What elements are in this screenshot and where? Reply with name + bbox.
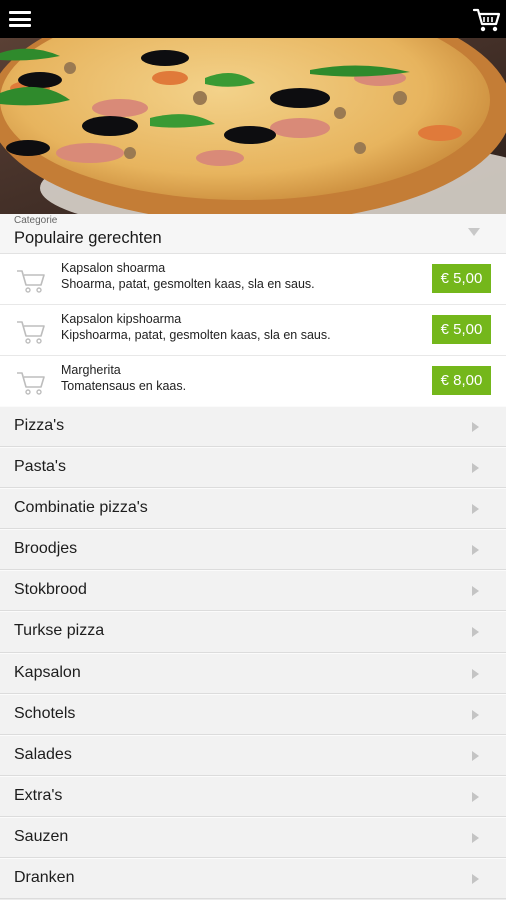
- product-item[interactable]: Kapsalon kipshoarma Kipshoarma, patat, g…: [0, 305, 506, 356]
- menu-item-sauzen[interactable]: Sauzen: [0, 816, 506, 859]
- chevron-right-icon: [472, 750, 479, 761]
- menu-item-dranken[interactable]: Dranken: [0, 858, 506, 900]
- dropdown-arrow-icon[interactable]: [468, 228, 480, 236]
- price-button[interactable]: € 8,00: [432, 366, 491, 395]
- product-name: Kapsalon kipshoarma: [61, 312, 182, 326]
- top-bar: [0, 0, 506, 38]
- category-menu: Pizza's Pasta's Combinatie pizza's Brood…: [0, 406, 506, 900]
- chevron-right-icon: [472, 791, 479, 802]
- menu-item-label: Combinatie pizza's: [14, 499, 148, 517]
- add-to-cart-icon[interactable]: [15, 368, 47, 396]
- product-description: Kipshoarma, patat, gesmolten kaas, sla e…: [61, 328, 331, 342]
- chevron-right-icon: [472, 422, 479, 432]
- menu-item-label: Pizza's: [14, 417, 65, 434]
- menu-item-broodjes[interactable]: Broodjes: [0, 529, 506, 571]
- chevron-right-icon: [472, 463, 479, 474]
- menu-item-salades[interactable]: Salades: [0, 734, 506, 776]
- price-button[interactable]: € 5,00: [432, 315, 491, 344]
- hamburger-icon[interactable]: [9, 11, 31, 27]
- add-to-cart-icon[interactable]: [15, 266, 47, 294]
- menu-item-label: Dranken: [14, 869, 75, 887]
- chevron-right-icon: [472, 504, 479, 515]
- chevron-right-icon: [472, 586, 479, 597]
- menu-item-pizzas[interactable]: Pizza's: [0, 406, 506, 448]
- menu-item-combinatie-pizzas[interactable]: Combinatie pizza's: [0, 488, 506, 530]
- chevron-right-icon: [472, 668, 479, 679]
- hero-pizza-image: [0, 38, 506, 214]
- shopping-cart-icon[interactable]: [472, 4, 502, 34]
- menu-item-stokbrood[interactable]: Stokbrood: [0, 570, 506, 612]
- menu-item-label: Schotels: [14, 704, 76, 722]
- menu-item-schotels[interactable]: Schotels: [0, 693, 506, 735]
- menu-item-label: Extra's: [14, 786, 63, 804]
- featured-products-list: Kapsalon shoarma Shoarma, patat, gesmolt…: [0, 254, 506, 407]
- chevron-right-icon: [472, 627, 479, 638]
- menu-item-kapsalon[interactable]: Kapsalon: [0, 652, 506, 694]
- menu-item-label: Turkse pizza: [14, 622, 105, 640]
- chevron-right-icon: [472, 832, 479, 843]
- add-to-cart-icon[interactable]: [15, 317, 47, 345]
- product-name: Margherita: [61, 363, 121, 377]
- chevron-right-icon: [472, 545, 479, 556]
- product-name: Kapsalon shoarma: [61, 261, 166, 275]
- menu-item-label: Kapsalon: [14, 663, 81, 681]
- price-button[interactable]: € 5,00: [432, 264, 491, 293]
- chevron-right-icon: [472, 709, 479, 720]
- chevron-right-icon: [472, 874, 479, 885]
- menu-item-label: Sauzen: [14, 827, 69, 845]
- product-item[interactable]: Margherita Tomatensaus en kaas. € 8,00: [0, 356, 506, 407]
- menu-item-label: Salades: [14, 745, 72, 763]
- product-description: Shoarma, patat, gesmolten kaas, sla en s…: [61, 277, 315, 291]
- menu-item-label: Pasta's: [14, 458, 66, 476]
- menu-item-turkse-pizza[interactable]: Turkse pizza: [0, 611, 506, 653]
- category-selected-value: Populaire gerechten: [14, 229, 162, 247]
- product-description: Tomatensaus en kaas.: [61, 379, 187, 393]
- menu-item-label: Stokbrood: [14, 581, 87, 599]
- menu-item-extras[interactable]: Extra's: [0, 775, 506, 817]
- menu-item-pastas[interactable]: Pasta's: [0, 447, 506, 489]
- menu-item-label: Broodjes: [14, 540, 78, 558]
- category-selector[interactable]: Categorie Populaire gerechten: [0, 214, 506, 254]
- category-caption: Categorie: [14, 215, 58, 226]
- product-item[interactable]: Kapsalon shoarma Shoarma, patat, gesmolt…: [0, 254, 506, 305]
